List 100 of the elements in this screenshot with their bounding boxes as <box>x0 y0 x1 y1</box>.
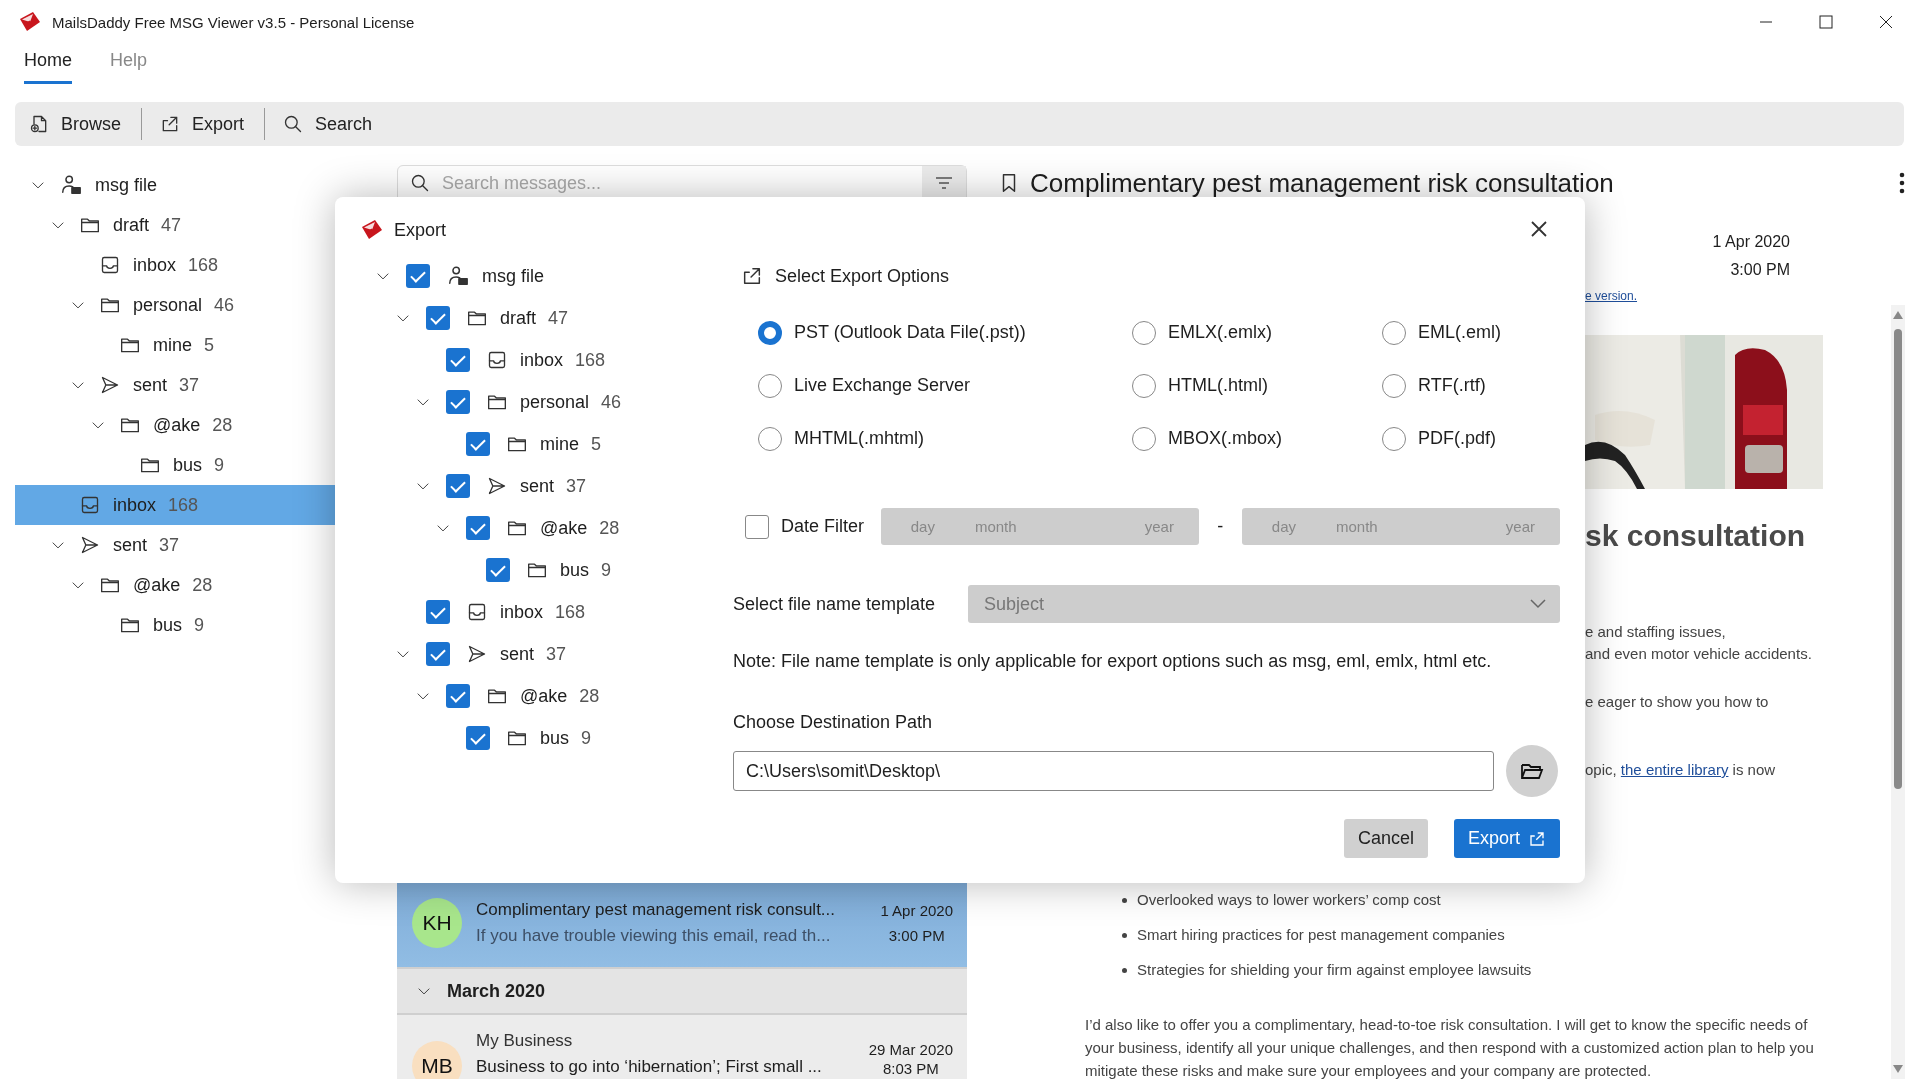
send-icon <box>80 535 100 555</box>
message-subject: Business to go into ‘hibernation’; First small ... <box>476 1057 823 1077</box>
avatar: MB <box>412 1041 462 1079</box>
item-count: 28 <box>579 685 600 707</box>
radio-button[interactable] <box>758 320 782 345</box>
folder-tree-item[interactable]: inbox 168 <box>15 245 335 285</box>
file-plus-icon <box>29 114 49 134</box>
tree-label: draft <box>500 307 537 329</box>
item-count: 37 <box>546 643 567 665</box>
folder-tree-item[interactable]: @ake 28 <box>15 405 335 445</box>
tree-label: bus <box>560 559 590 581</box>
share-box-icon <box>741 265 763 287</box>
close-icon[interactable] <box>1878 14 1894 30</box>
user-file-icon <box>447 265 469 287</box>
message-item[interactable]: MB My Business Business to go into ‘hibernation’; First small ... 29 Mar 2020 8:03 PM <box>397 1015 967 1079</box>
library-link[interactable]: the entire library <box>1620 761 1729 778</box>
format-option[interactable]: HTML(.html) <box>1132 367 1382 404</box>
browse-folder-button[interactable] <box>1506 745 1558 797</box>
folder-tree-item[interactable]: bus 9 <box>15 605 335 645</box>
email-time: 3:00 PM <box>1730 261 1790 279</box>
message-date: 29 Mar 2020 <box>868 1041 953 1058</box>
format-option[interactable]: Live Exchange Server <box>758 367 1132 404</box>
format-option[interactable]: EMLX(.emlx) <box>1132 314 1382 351</box>
body-text: and even motor vehicle accidents. <box>1585 644 1812 664</box>
folder-tree-item[interactable]: inbox 168 <box>15 485 335 525</box>
send-icon <box>487 476 507 496</box>
bullet-icon <box>1122 967 1127 973</box>
format-option[interactable]: PDF(.pdf) <box>1382 420 1560 457</box>
email-heading: sk consultation <box>1585 519 1806 553</box>
format-option[interactable]: PST (Outlook Data File(.pst)) <box>758 314 1132 351</box>
destination-label: Choose Destination Path <box>733 712 934 733</box>
toolbar-button[interactable]: Search <box>283 108 393 140</box>
checkbox[interactable] <box>466 726 490 750</box>
bullet-text: Overlooked ways to lower workers’ comp cost <box>1137 890 1441 910</box>
folder-tree-item[interactable]: draft 47 <box>15 205 335 245</box>
checkbox[interactable] <box>446 348 470 372</box>
day-placeholder: day <box>910 518 935 535</box>
folder-tree-item[interactable]: msg file <box>15 165 335 205</box>
user-file-icon <box>60 174 82 196</box>
checkbox[interactable] <box>446 684 470 708</box>
folder-tree-item[interactable]: @ake 28 <box>15 565 335 605</box>
item-count: 46 <box>601 391 622 413</box>
toolbar-button[interactable]: Browse <box>29 108 143 140</box>
envelope-logo-icon <box>18 10 42 34</box>
folder-tree-item[interactable]: personal 46 <box>15 285 335 325</box>
item-count: 9 <box>581 727 592 749</box>
item-count: 47 <box>548 307 569 329</box>
tree-label: @ake <box>520 685 568 707</box>
filter-button[interactable] <box>922 166 966 200</box>
item-count: 168 <box>575 349 606 371</box>
tree-label: sent <box>520 475 555 497</box>
avatar: KH <box>412 898 462 948</box>
more-icon[interactable] <box>1899 172 1905 194</box>
item-count: 9 <box>601 559 612 581</box>
day-placeholder: day <box>1271 518 1296 535</box>
message-sender: My Business <box>476 1031 574 1051</box>
path-field[interactable]: C:\Users\somit\Desktop\ <box>733 751 1494 791</box>
date-range-separator: - <box>1216 516 1225 537</box>
checkbox[interactable] <box>426 642 450 666</box>
format-option[interactable]: RTF(.rtf) <box>1382 367 1560 404</box>
folder-tree-item[interactable]: bus 9 <box>15 445 335 485</box>
web-version-link[interactable]: e version. <box>1585 289 1638 303</box>
format-option[interactable]: MBOX(.mbox) <box>1132 420 1382 457</box>
date-filter-checkbox[interactable] <box>745 514 769 539</box>
folder-tree-item[interactable]: sent 37 <box>15 365 335 405</box>
section-heading: Select Export Options <box>775 265 950 287</box>
scrollbar[interactable] <box>1891 305 1905 1079</box>
email-title: Complimentary pest management risk consultation <box>1030 167 1614 199</box>
menu-tab[interactable]: Home <box>24 44 72 84</box>
search-input[interactable]: Search messages... <box>440 171 912 195</box>
folder-tree-item[interactable]: sent 37 <box>15 525 335 565</box>
filter-icon[interactable] <box>935 176 953 190</box>
format-option[interactable]: MHTML(.mhtml) <box>758 420 1132 457</box>
month-placeholder: month <box>974 518 1017 535</box>
checkbox[interactable] <box>426 306 450 330</box>
search-icon <box>410 173 430 193</box>
note-text: Note: File name template is only applicable for export options such as msg, eml, emlx, html etc. <box>733 651 1493 672</box>
message-preview: If you have trouble viewing this email, read th... <box>476 926 832 946</box>
folder-tree-item[interactable]: mine 5 <box>15 325 335 365</box>
year-placeholder: year <box>1144 518 1174 535</box>
checkbox[interactable] <box>426 600 450 624</box>
toolbar-button[interactable]: Export <box>160 108 266 140</box>
maximize-icon[interactable] <box>1818 14 1834 30</box>
checkbox[interactable] <box>446 390 470 414</box>
inbox-icon <box>487 350 507 370</box>
cancel-button[interactable]: Cancel <box>1343 819 1428 858</box>
window-title: MailsDaddy Free MSG Viewer v3.5 - Personal License <box>52 13 415 31</box>
checkbox[interactable] <box>466 432 490 456</box>
inbox-icon <box>80 495 100 515</box>
menu-tab[interactable]: Help <box>110 44 148 84</box>
checkbox[interactable] <box>466 516 490 540</box>
checkbox[interactable] <box>486 558 510 582</box>
item-count: 37 <box>566 475 587 497</box>
share-box-icon[interactable] <box>1528 829 1546 848</box>
checkbox[interactable] <box>406 264 430 288</box>
item-count: 28 <box>599 517 620 539</box>
month-group-header[interactable]: March 2020 <box>397 967 967 1015</box>
format-option[interactable]: EML(.eml) <box>1382 314 1560 351</box>
export-button[interactable]: Export <box>1453 819 1560 858</box>
checkbox[interactable] <box>446 474 470 498</box>
